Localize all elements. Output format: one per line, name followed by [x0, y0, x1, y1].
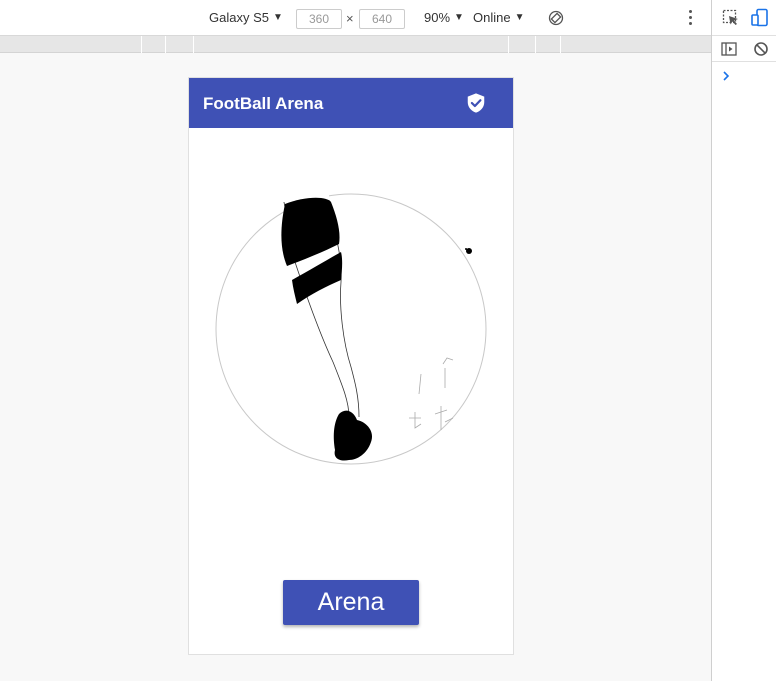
- devtools-header: [712, 0, 776, 36]
- shield-check-icon[interactable]: [465, 92, 487, 114]
- zoom-select[interactable]: 90% ▼: [424, 10, 464, 25]
- device-toolbar: Galaxy S5 ▼ 360 × 640 90% ▼ Online ▼: [0, 0, 711, 36]
- app-bar: FootBall Arena: [189, 78, 513, 128]
- dimension-separator: ×: [346, 11, 354, 26]
- console-toolbar: [712, 36, 776, 62]
- device-toggle-icon[interactable]: [750, 8, 770, 28]
- clear-console-icon[interactable]: [753, 41, 769, 57]
- zoom-label: 90%: [424, 10, 451, 25]
- device-label: Galaxy S5: [209, 10, 269, 25]
- rotate-icon[interactable]: [548, 10, 564, 26]
- console-prompt-icon[interactable]: [721, 70, 731, 82]
- app-title: FootBall Arena: [203, 94, 324, 113]
- network-label: Online: [473, 10, 511, 25]
- device-viewport: FootBall Arena Arena: [188, 77, 514, 655]
- arena-button[interactable]: Arena: [283, 580, 419, 625]
- device-ruler: [0, 36, 711, 53]
- device-select[interactable]: Galaxy S5 ▼: [209, 10, 283, 25]
- football-sock-illustration: [215, 192, 487, 465]
- caret-down-icon: ▼: [272, 12, 283, 23]
- network-select[interactable]: Online ▼: [473, 10, 524, 25]
- inspect-icon[interactable]: [722, 9, 740, 27]
- width-input[interactable]: 360: [296, 9, 342, 29]
- caret-down-icon: ▼: [454, 12, 464, 23]
- height-input[interactable]: 640: [359, 9, 405, 29]
- caret-down-icon: ▼: [514, 12, 525, 23]
- devtools-panel: [711, 0, 776, 681]
- more-vert-icon[interactable]: [689, 10, 693, 25]
- sidebar-toggle-icon[interactable]: [721, 41, 737, 57]
